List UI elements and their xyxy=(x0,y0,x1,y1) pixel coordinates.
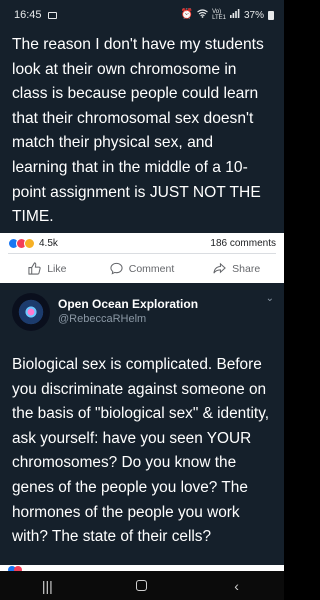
author-info: Open Ocean Exploration @RebeccaRHelm xyxy=(58,297,198,327)
thumbs-up-icon xyxy=(28,262,41,275)
signal-icon xyxy=(229,9,240,21)
comments-count[interactable]: 186 comments xyxy=(210,238,276,249)
back-icon[interactable]: ‹ xyxy=(217,578,257,594)
recents-icon[interactable]: ||| xyxy=(27,578,67,594)
status-left: 16:45 xyxy=(14,9,57,21)
author-handle: @RebeccaRHelm xyxy=(58,313,147,325)
facebook-actions: 4.5k 186 comments Like Comment Share xyxy=(0,233,284,283)
screenshot-tweet-top: The reason I don't have my students look… xyxy=(0,30,284,233)
author-row: Open Ocean Exploration @RebeccaRHelm ⌄ xyxy=(0,283,284,331)
like-button[interactable]: Like xyxy=(0,262,95,275)
android-nav-bar: ||| ‹ xyxy=(0,571,284,600)
screenshot-tweet-bottom: Open Ocean Exploration @RebeccaRHelm ⌄ B… xyxy=(0,283,284,565)
home-button[interactable] xyxy=(122,578,162,594)
reactions-row[interactable]: 4.5k 186 comments xyxy=(0,233,284,253)
haha-reaction-icon xyxy=(24,237,35,249)
reaction-count: 4.5k xyxy=(39,237,58,249)
status-time: 16:45 xyxy=(14,9,42,21)
status-bar: 16:45 ⏰ Vo) LTE1 37% xyxy=(0,0,284,30)
gallery-notification-icon xyxy=(47,11,57,19)
home-icon xyxy=(136,579,148,591)
chevron-down-icon: ⌄ xyxy=(265,293,274,304)
share-label: Share xyxy=(232,262,261,275)
alarm-icon: ⏰ xyxy=(180,9,194,20)
status-right: ⏰ Vo) LTE1 37% xyxy=(181,9,274,21)
network-lte-label: LTE1 xyxy=(212,15,226,21)
avatar[interactable] xyxy=(12,293,50,331)
action-buttons-row: Like Comment Share xyxy=(0,254,284,283)
wifi-icon xyxy=(197,9,208,21)
reaction-icons xyxy=(8,237,35,249)
tweet-text-top: The reason I don't have my students look… xyxy=(12,36,264,226)
like-label: Like xyxy=(47,262,67,275)
comment-label: Comment xyxy=(128,262,175,275)
share-button[interactable]: Share xyxy=(189,262,284,275)
comment-bubble-icon xyxy=(110,262,123,275)
network-type: Vo) LTE1 xyxy=(212,9,226,21)
tweet-text-bottom: Biological sex is complicated. Before yo… xyxy=(12,356,270,546)
comment-button[interactable]: Comment xyxy=(95,262,190,275)
author-name: Open Ocean Exploration xyxy=(58,297,199,311)
battery-icon xyxy=(268,10,274,20)
battery-percent: 37% xyxy=(243,9,264,21)
share-arrow-icon xyxy=(213,262,226,274)
